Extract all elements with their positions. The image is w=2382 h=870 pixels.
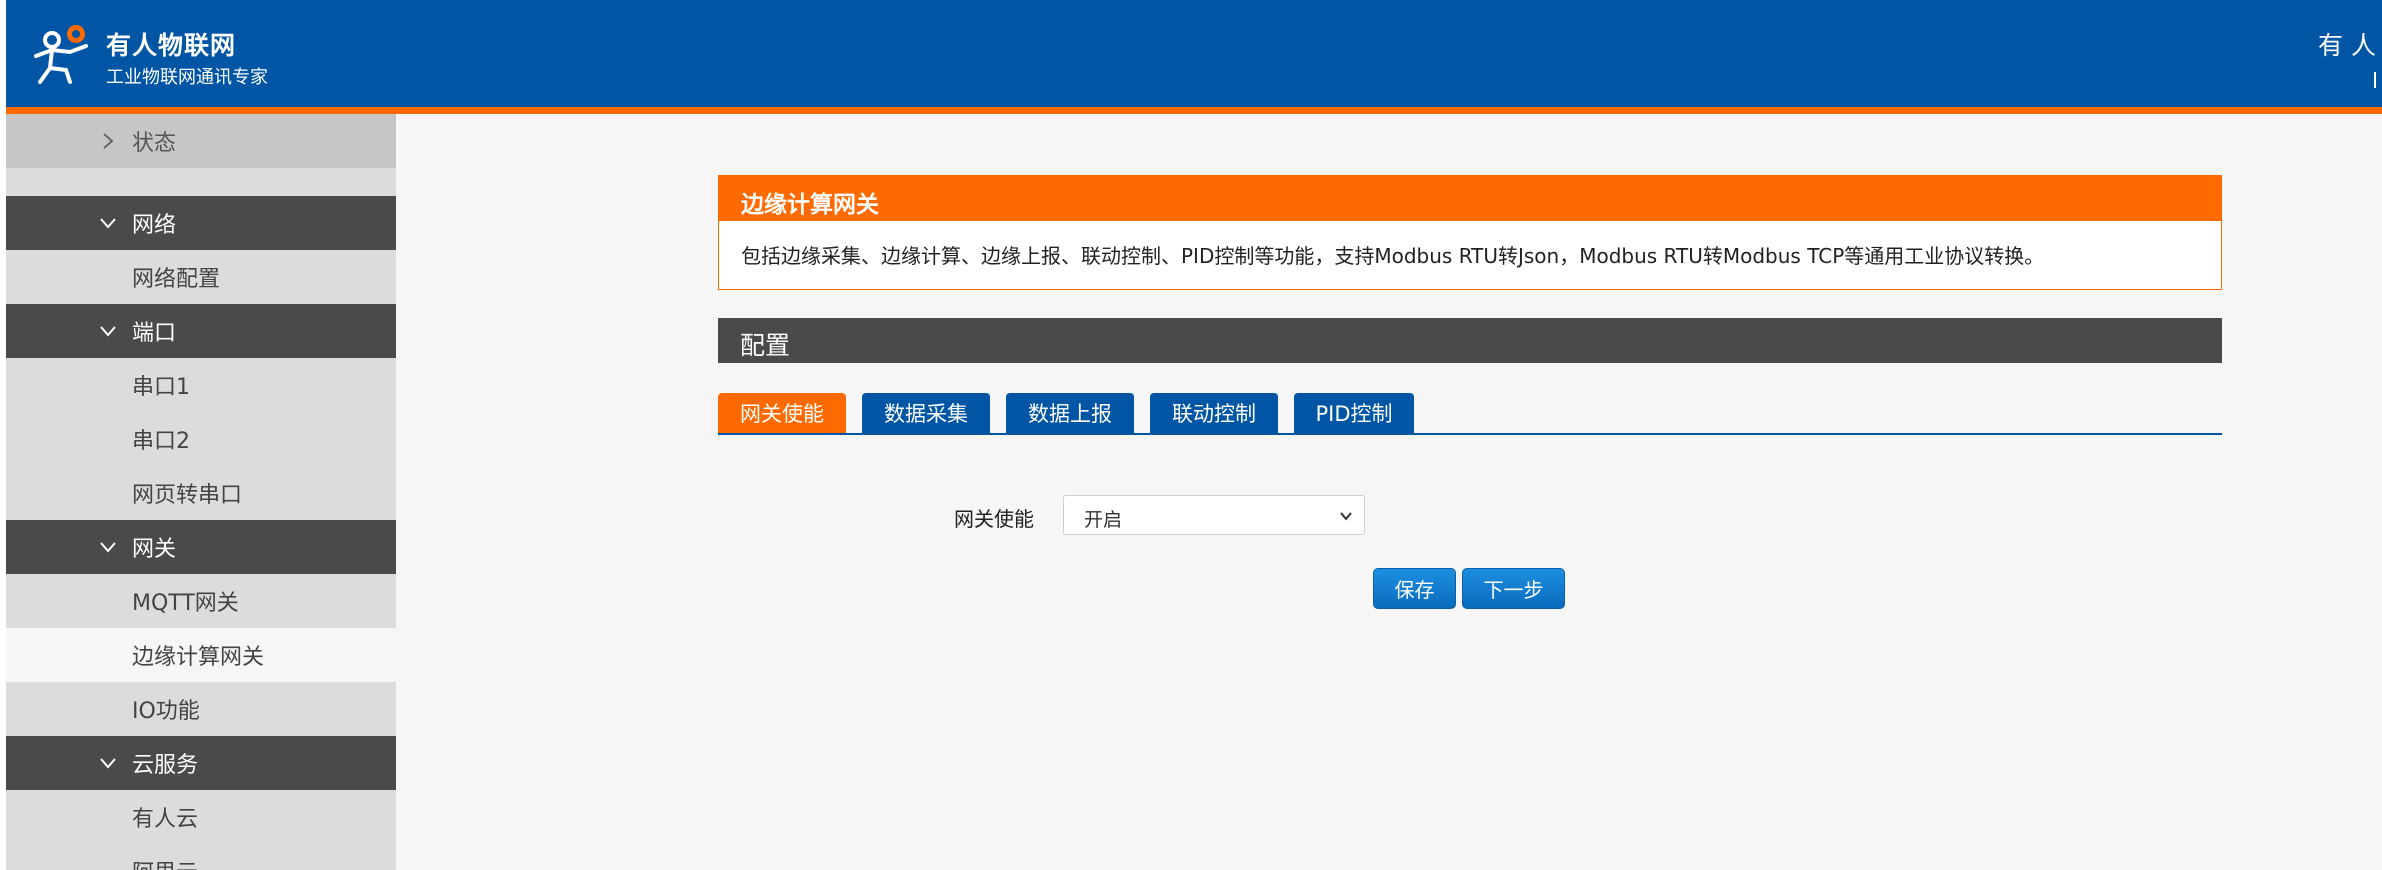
sidebar-item-label: IO功能 — [132, 699, 200, 724]
tab-linkage-control[interactable]: 联动控制 — [1150, 393, 1278, 433]
intro-panel: 边缘计算网关 包括边缘采集、边缘计算、边缘上报、联动控制、PID控制等功能，支持… — [718, 175, 2222, 290]
tabs-underline — [718, 433, 2222, 435]
tab-pid-control[interactable]: PID控制 — [1294, 393, 1414, 433]
brand-logo-icon — [30, 22, 94, 86]
next-step-button[interactable]: 下一步 — [1462, 568, 1565, 609]
sidebar-item-label: 阿里云 — [132, 855, 198, 870]
tab-data-report[interactable]: 数据上报 — [1006, 393, 1134, 433]
header-right-text: 有 人 物 — [2318, 31, 2382, 60]
save-button[interactable]: 保存 — [1373, 568, 1456, 609]
sidebar-item-label: 网关 — [132, 537, 177, 562]
sidebar-item-io-function[interactable]: IO功能 — [6, 682, 396, 736]
sidebar-item-label: MQTT网关 — [132, 591, 239, 616]
sidebar-item-web-to-serial[interactable]: 网页转串口 — [6, 466, 396, 520]
sidebar-item-label: 端口 — [132, 321, 177, 346]
brand-name: 有人物联网 — [106, 31, 237, 60]
sidebar-item-label: 状态 — [132, 131, 177, 156]
chevron-right-icon — [98, 131, 118, 151]
sidebar-item-label: 有人云 — [132, 807, 199, 832]
intro-description: 包括边缘采集、边缘计算、边缘上报、联动控制、PID控制等功能，支持Modbus … — [741, 244, 2045, 268]
chevron-down-icon — [98, 213, 118, 233]
chevron-down-icon — [1336, 506, 1356, 526]
sidebar-group-gateway[interactable]: 网关 — [6, 520, 396, 574]
sidebar-item-label: 云服务 — [132, 753, 199, 778]
gateway-enable-select[interactable]: 开启 — [1063, 495, 1365, 535]
sidebar-item-aliyun[interactable]: 阿里云 — [6, 844, 396, 870]
gateway-enable-label: 网关使能 — [954, 507, 1034, 531]
sidebar-item-edge-gateway[interactable]: 边缘计算网关 — [6, 628, 396, 682]
sidebar-item-usr-cloud[interactable]: 有人云 — [6, 790, 396, 844]
sidebar-item-label: 串口2 — [132, 429, 190, 454]
intro-panel-header: 边缘计算网关 — [719, 176, 2221, 221]
sidebar-item-label: 边缘计算网关 — [132, 645, 265, 670]
sidebar-item-label: 串口1 — [132, 375, 190, 400]
sidebar-item-serial-2[interactable]: 串口2 — [6, 412, 396, 466]
tab-data-collection[interactable]: 数据采集 — [862, 393, 990, 433]
intro-title: 边缘计算网关 — [741, 192, 879, 218]
sidebar-group-cloud[interactable]: 云服务 — [6, 736, 396, 790]
sidebar-item-network-config[interactable]: 网络配置 — [6, 250, 396, 304]
chevron-down-icon — [98, 537, 118, 557]
sidebar-nav: 状态 网络 网络配置 端口 串口1 串口2 网页转串口 网关 MQTT网关 边缘… — [6, 114, 396, 870]
chevron-down-icon — [98, 753, 118, 773]
chevron-down-icon — [98, 321, 118, 341]
top-header: 有人物联网 工业物联网通讯专家 有 人 物 — [0, 0, 2382, 107]
sidebar-item-mqtt-gateway[interactable]: MQTT网关 — [6, 574, 396, 628]
sidebar-item-label: 网络配置 — [132, 267, 221, 292]
language-switch-icon[interactable] — [2374, 72, 2382, 88]
page-left-edge — [0, 0, 6, 870]
sidebar-item-status[interactable]: 状态 — [6, 114, 396, 168]
sidebar-item-label: 网页转串口 — [132, 483, 243, 508]
config-tabs: 网关使能 数据采集 数据上报 联动控制 PID控制 — [718, 393, 2222, 435]
sidebar-group-port[interactable]: 端口 — [6, 304, 396, 358]
sidebar-item-label: 网络 — [132, 213, 177, 238]
config-section-header: 配置 — [718, 318, 2222, 363]
select-value: 开启 — [1084, 509, 1123, 531]
tab-gateway-enable[interactable]: 网关使能 — [718, 393, 846, 433]
header-accent-stripe — [0, 107, 2382, 114]
brand-subtitle: 工业物联网通讯专家 — [106, 67, 268, 88]
section-title: 配置 — [740, 331, 791, 360]
sidebar-group-network[interactable]: 网络 — [6, 196, 396, 250]
sidebar-item-serial-1[interactable]: 串口1 — [6, 358, 396, 412]
